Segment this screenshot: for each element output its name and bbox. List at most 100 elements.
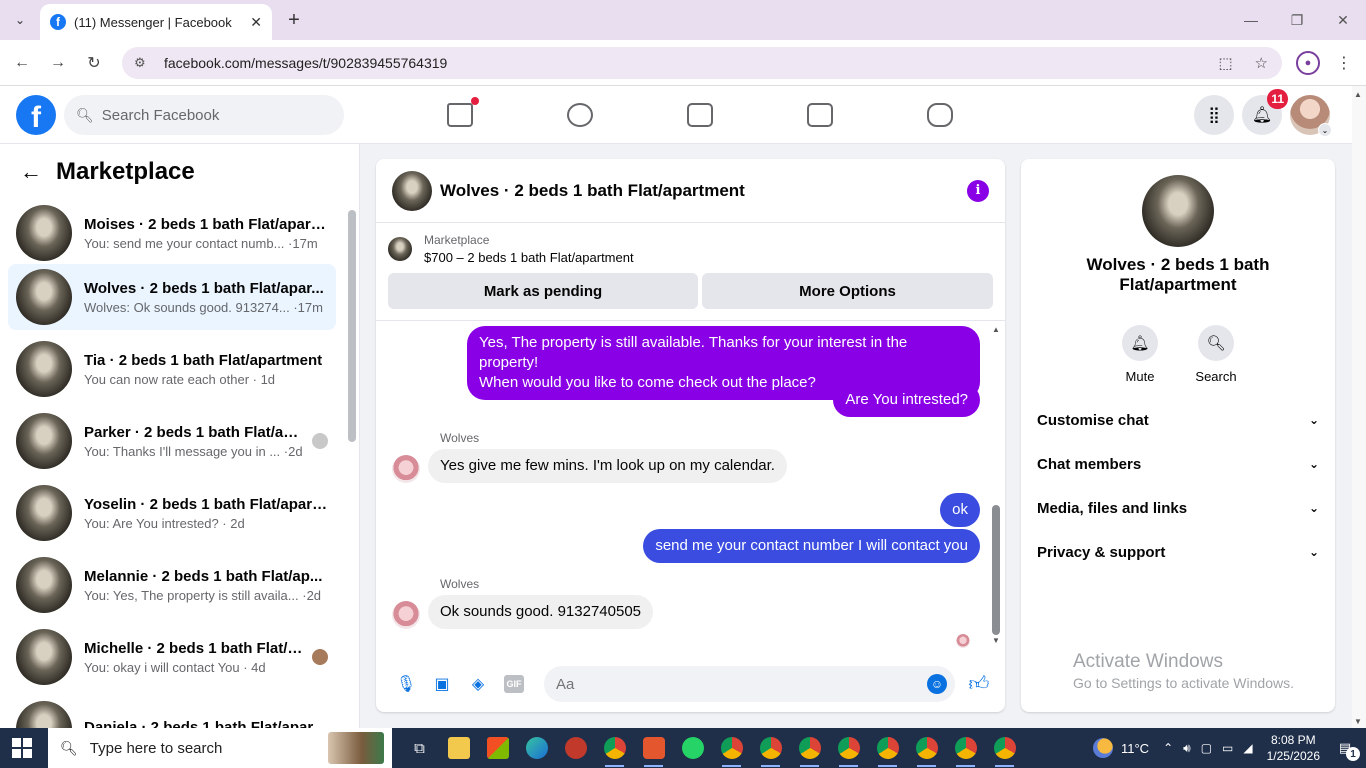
network-icon[interactable]: ◢ — [1243, 741, 1252, 756]
conversation-item[interactable]: Parker · 2 beds 1 bath Flat/apa... You: T… — [8, 408, 336, 474]
conversation-item[interactable]: Daniela · 2 beds 1 bath Flat/apar... — [8, 696, 336, 728]
meet-now-icon[interactable]: ▢ — [1201, 741, 1212, 756]
photo-icon[interactable]: ▣ — [430, 672, 454, 696]
windows-start-icon[interactable] — [12, 738, 32, 758]
nav-gaming[interactable] — [880, 86, 1000, 144]
chrome-icon[interactable] — [829, 728, 868, 768]
chrome-icon[interactable] — [751, 728, 790, 768]
media-files-links-section[interactable]: Media, files and links ⌄ — [1037, 494, 1319, 522]
conversation-item-active[interactable]: Wolves · 2 beds 1 bath Flat/apar... Wolve… — [8, 264, 336, 330]
back-icon[interactable]: ← — [10, 51, 34, 75]
conversation-avatar[interactable] — [1142, 175, 1214, 247]
thumbs-up-icon[interactable]: 👍︎ — [965, 670, 993, 698]
conversation-item[interactable]: Melannie · 2 beds 1 bath Flat/ap... You: … — [8, 552, 336, 618]
site-info-icon[interactable]: ⚙ — [134, 55, 150, 71]
taskbar-search-box[interactable]: 🔍︎ Type here to search — [48, 728, 392, 768]
message-scrollbar[interactable]: ▲ ▼ — [991, 325, 1001, 645]
listing-price[interactable]: $700 – 2 beds 1 bath Flat/apartment — [424, 250, 634, 265]
close-tab-icon[interactable]: ✕ — [250, 14, 262, 31]
outgoing-message[interactable]: Are You intrested? — [833, 383, 980, 417]
gif-button[interactable]: GIF — [502, 672, 526, 696]
facebook-logo-icon[interactable]: f — [16, 95, 56, 135]
store-icon[interactable] — [478, 728, 517, 768]
search-conversation-button[interactable]: 🔍︎ Search — [1195, 325, 1237, 384]
notifications-button[interactable]: 🔔︎ 11 — [1242, 89, 1288, 135]
battery-icon[interactable]: ▭ — [1222, 741, 1233, 756]
tab-search-chevron-icon[interactable]: ⌄ — [8, 8, 32, 32]
more-options-button[interactable]: More Options — [702, 273, 993, 309]
scroll-down-icon[interactable]: ▼ — [1354, 717, 1362, 726]
address-bar[interactable]: ⚙ facebook.com/messages/t/90283945576431… — [122, 47, 1282, 79]
nav-friends[interactable] — [520, 86, 640, 144]
mark-as-pending-button[interactable]: Mark as pending — [388, 273, 698, 309]
chrome-icon[interactable] — [868, 728, 907, 768]
scrollbar-thumb[interactable] — [348, 210, 356, 442]
minimize-icon[interactable]: — — [1228, 0, 1274, 40]
sender-avatar[interactable] — [392, 601, 420, 629]
incoming-message[interactable]: Yes give me few mins. I'm look up on my … — [428, 449, 787, 483]
task-view-icon[interactable]: ⧉ — [400, 728, 439, 768]
message-input[interactable] — [544, 666, 955, 702]
restore-icon[interactable]: ❐ — [1274, 0, 1320, 40]
browser-menu-icon[interactable]: ⋮ — [1336, 51, 1352, 75]
conversation-item[interactable]: Tia · 2 beds 1 bath Flat/apartment You ca… — [8, 336, 336, 402]
whatsapp-icon[interactable] — [673, 728, 712, 768]
bookmark-star-icon[interactable]: ☆ — [1255, 54, 1268, 72]
outgoing-message[interactable]: send me your contact number I will conta… — [643, 529, 980, 563]
speaker-icon[interactable]: 🔊︎ — [1183, 741, 1191, 756]
scroll-down-icon[interactable]: ▼ — [991, 636, 1001, 645]
browser-profile-icon[interactable]: ● — [1296, 51, 1320, 75]
weather-icon — [1092, 738, 1113, 758]
conversation-info-pane: Wolves · 2 beds 1 bath Flat/apartment 🔔︎… — [1021, 159, 1335, 712]
sender-avatar[interactable] — [392, 455, 420, 483]
chrome-icon[interactable] — [595, 728, 634, 768]
conversation-item[interactable]: Michelle · 2 beds 1 bath Flat/a... You: o… — [8, 624, 336, 690]
chrome-icon[interactable] — [946, 728, 985, 768]
forward-icon[interactable]: → — [46, 51, 70, 75]
page-scrollbar[interactable]: ▲ ▼ — [1352, 86, 1366, 728]
nav-watch[interactable] — [640, 86, 760, 144]
app-icon[interactable] — [556, 728, 595, 768]
edge-icon[interactable] — [517, 728, 556, 768]
chrome-icon[interactable] — [907, 728, 946, 768]
facebook-search-input[interactable]: 🔍︎ Search Facebook — [64, 95, 344, 135]
microphone-icon[interactable]: 🎙︎ — [394, 672, 418, 696]
taskbar-clock[interactable]: 8:08 PM 1/25/2026 — [1267, 732, 1320, 764]
new-tab-icon[interactable]: + — [282, 8, 306, 32]
account-avatar[interactable]: ⌄ — [1290, 95, 1332, 137]
file-explorer-icon[interactable] — [439, 728, 478, 768]
install-app-icon[interactable]: ⬚ — [1218, 54, 1232, 72]
chrome-icon[interactable] — [790, 728, 829, 768]
chrome-icon[interactable] — [712, 728, 751, 768]
weather-widget[interactable]: 11°C — [1092, 738, 1149, 758]
nav-home[interactable] — [400, 86, 520, 144]
chat-members-section[interactable]: Chat members ⌄ — [1037, 450, 1319, 478]
sticker-icon[interactable]: ◈ — [466, 672, 490, 696]
listing-thumbnail[interactable] — [388, 237, 412, 261]
mute-button[interactable]: 🔔︎ Mute — [1120, 325, 1160, 384]
back-arrow-icon[interactable]: ← — [20, 159, 42, 185]
chat-thumbnail[interactable] — [392, 170, 432, 211]
scroll-up-icon[interactable]: ▲ — [991, 325, 1001, 334]
conversation-item[interactable]: Moises · 2 beds 1 bath Flat/apart... You:… — [8, 200, 336, 266]
reload-icon[interactable]: ↻ — [82, 51, 106, 75]
emoji-icon[interactable]: ☺ — [927, 674, 947, 694]
scroll-up-icon[interactable]: ▲ — [1354, 90, 1362, 99]
scrollbar-thumb[interactable] — [992, 505, 1000, 635]
incoming-message[interactable]: Ok sounds good. 9132740505 — [428, 595, 653, 629]
chevron-up-icon[interactable]: ⌃ — [1163, 741, 1173, 756]
conversation-item[interactable]: Yoselin · 2 beds 1 bath Flat/apart... You… — [8, 480, 336, 546]
info-icon[interactable]: i — [967, 179, 989, 202]
browser-tab[interactable]: f (11) Messenger | Facebook ✕ — [40, 4, 272, 40]
app-icon[interactable] — [634, 728, 673, 768]
close-window-icon[interactable]: ✕ — [1320, 0, 1366, 40]
menu-grid-button[interactable]: ⣿ — [1194, 95, 1234, 135]
outgoing-message[interactable]: ok — [940, 493, 980, 527]
conversation-list-scrollbar[interactable] — [348, 196, 356, 720]
customise-chat-section[interactable]: Customise chat ⌄ — [1037, 406, 1319, 434]
privacy-support-section[interactable]: Privacy & support ⌄ — [1037, 538, 1319, 566]
chrome-icon[interactable] — [985, 728, 1024, 768]
notification-center-icon[interactable]: ▤ 1 — [1334, 737, 1360, 761]
chat-title[interactable]: Wolves · 2 beds 1 bath Flat/apartment — [440, 181, 967, 201]
nav-marketplace[interactable] — [760, 86, 880, 144]
